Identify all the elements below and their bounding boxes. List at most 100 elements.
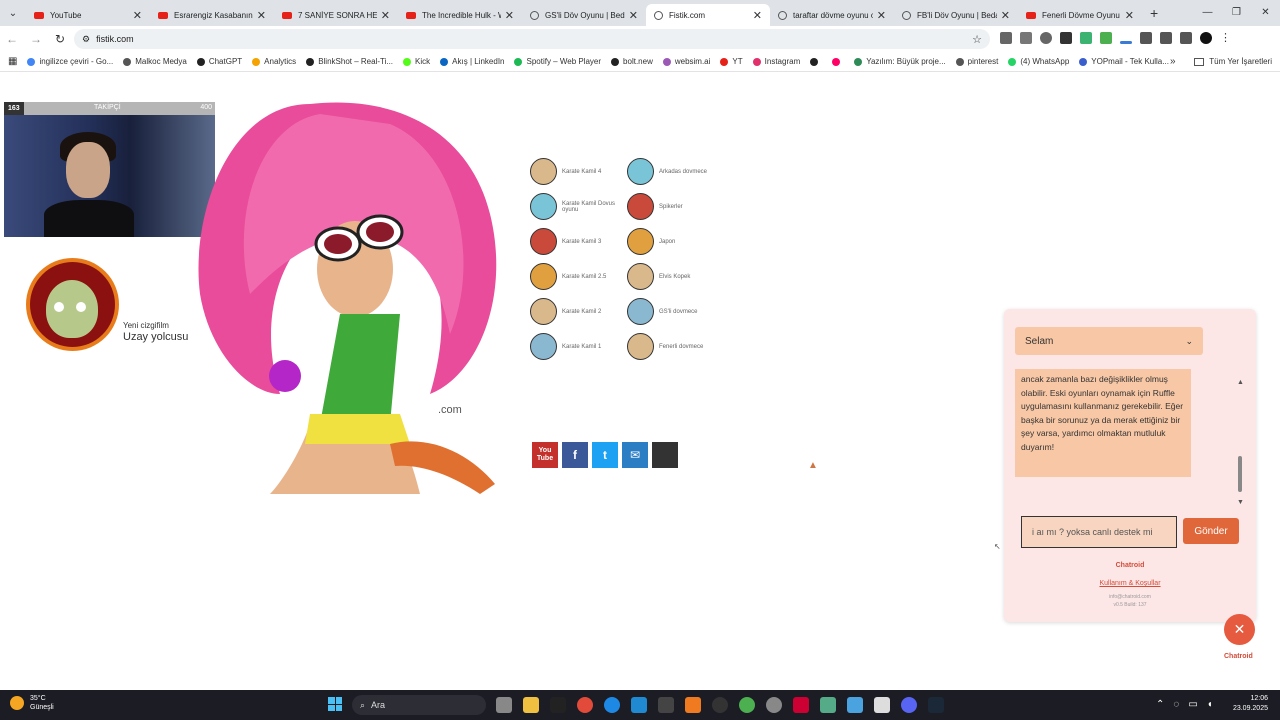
topic-select[interactable]: Selam ⌄ — [1015, 327, 1203, 355]
maximize-button[interactable]: ❐ — [1222, 0, 1251, 26]
menu-icon[interactable]: ⋮ — [1220, 32, 1232, 44]
chat-scrollbar[interactable]: ▲ ▼ — [1237, 371, 1244, 511]
bookmark-item[interactable]: ingilizce çeviri - Go... — [27, 57, 113, 66]
scroll-down-icon[interactable]: ▼ — [1237, 499, 1244, 506]
game-link[interactable]: Karate Kamil 4 — [530, 158, 625, 185]
network-icon[interactable]: ▭ — [1188, 699, 1197, 710]
chat-input[interactable]: i aı mı ? yoksa canlı destek mi — [1021, 516, 1177, 548]
game-link[interactable]: GS'li dovmece — [627, 298, 722, 325]
scroll-up-icon[interactable]: ▲ — [1237, 379, 1244, 386]
browser-tab[interactable]: The Incredible Hulk - W ✕ — [398, 4, 522, 26]
scroll-thumb[interactable] — [1238, 456, 1242, 492]
new-tab-button[interactable]: + — [1150, 5, 1158, 21]
app-icon[interactable] — [658, 697, 674, 713]
bookmark-item[interactable]: Akış | LinkedIn — [440, 57, 504, 66]
weather-widget[interactable]: 35°C Güneşli — [10, 694, 54, 712]
back-button[interactable]: ← — [0, 32, 24, 46]
extension-icon[interactable] — [1100, 32, 1112, 44]
game-link[interactable]: Fenerli dovmece — [627, 333, 722, 360]
game-link[interactable]: Karate Kamil 1 — [530, 333, 625, 360]
browser-tab[interactable]: FB'li Döv Oyunu | Beda ✕ — [894, 4, 1018, 26]
contact-icon[interactable] — [652, 442, 678, 468]
youtube-icon[interactable]: You Tube — [532, 442, 558, 468]
terms-link[interactable]: Kullanım & Koşullar — [1004, 580, 1256, 587]
edge-icon[interactable] — [604, 697, 620, 713]
side-panel-icon[interactable] — [1180, 32, 1192, 44]
tab-close-icon[interactable]: ✕ — [381, 9, 390, 22]
tab-close-icon[interactable]: ✕ — [629, 9, 638, 22]
taskbar-search[interactable]: ⌕ Ara — [352, 695, 486, 715]
email-icon[interactable]: ✉ — [622, 442, 648, 468]
apps-grid-icon[interactable]: ▦ — [8, 56, 17, 67]
browser-tab[interactable]: YouTube ✕ — [26, 4, 150, 26]
reload-button[interactable]: ↻ — [48, 32, 72, 46]
chrome-icon[interactable] — [739, 697, 755, 713]
volume-icon[interactable]: ◖ — [1207, 699, 1213, 710]
app-icon[interactable] — [874, 697, 890, 713]
bookmark-item[interactable]: Kick — [403, 57, 430, 66]
bookmark-item[interactable]: websim.ai — [662, 57, 710, 66]
extensions-puzzle-icon[interactable] — [1160, 32, 1172, 44]
bookmark-item[interactable]: YT — [720, 57, 743, 66]
app-icon[interactable] — [685, 697, 701, 713]
tab-close-icon[interactable]: ✕ — [1001, 9, 1010, 22]
extension-icon[interactable] — [1140, 32, 1152, 44]
play-icon[interactable] — [1060, 32, 1072, 44]
chat-close-button[interactable]: ✕ — [1224, 614, 1255, 645]
profile-avatar[interactable] — [1200, 32, 1212, 44]
game-link[interactable]: Karate Kamil 2 — [530, 298, 625, 325]
tab-close-icon[interactable]: ✕ — [753, 9, 762, 22]
tab-close-icon[interactable]: ✕ — [877, 9, 886, 22]
bookmark-item[interactable]: BlinkShot – Real-Ti... — [306, 57, 393, 66]
send-button[interactable]: Gönder — [1183, 518, 1239, 544]
twitter-icon[interactable]: t — [592, 442, 618, 468]
bookmark-item[interactable]: pinterest — [955, 57, 998, 66]
notepad-icon[interactable] — [847, 697, 863, 713]
cartoon-caption-title[interactable]: Uzay yolcusu — [123, 331, 188, 343]
steam-icon[interactable] — [928, 697, 944, 713]
tab-close-icon[interactable]: ✕ — [133, 9, 142, 22]
discord-icon[interactable] — [901, 697, 917, 713]
browser-tab[interactable]: 7 SANİYE SONRA HER Ş ✕ — [274, 4, 398, 26]
all-bookmarks-button[interactable]: Tüm Yer İşaretleri — [1194, 57, 1272, 66]
game-link[interactable]: Karate Kamil 3 — [530, 228, 625, 255]
windows-start-icon[interactable] — [328, 697, 342, 711]
bookmark-item[interactable]: Yazılım: Büyük proje... — [854, 57, 946, 66]
app-icon[interactable] — [577, 697, 593, 713]
file-explorer-icon[interactable] — [523, 697, 539, 713]
browser-tab[interactable]: taraftar dövme oyunu o ✕ — [770, 4, 894, 26]
browser-tab[interactable]: Fenerli Dövme Oyunu # ✕ — [1018, 4, 1142, 26]
bookmark-item[interactable]: YOPmail - Tek Kulla... — [1079, 57, 1169, 66]
bookmark-item[interactable]: Spotify – Web Player — [514, 57, 601, 66]
game-link[interactable]: Arkadas dovmece — [627, 158, 722, 185]
bookmark-star-icon[interactable]: ☆ — [972, 33, 982, 46]
address-bar[interactable]: ⚙ fistik.com ☆ — [74, 29, 990, 49]
game-link[interactable]: Japon — [627, 228, 722, 255]
browser-tab[interactable]: Fistik.com ✕ — [646, 4, 770, 26]
game-link[interactable]: Elvis Kopek — [627, 263, 722, 290]
game-link[interactable]: Karate Kamil Dovus oyunu — [530, 193, 625, 220]
extension-icon[interactable] — [1080, 32, 1092, 44]
tab-close-icon[interactable]: ✕ — [505, 9, 514, 22]
game-link[interactable]: Spikerler — [627, 193, 722, 220]
close-window-button[interactable]: ✕ — [1251, 0, 1280, 26]
browser-tab[interactable]: Esrarengiz Kasabanın Es ✕ — [150, 4, 274, 26]
mic-icon[interactable]: ◌ — [1173, 699, 1179, 710]
extension-icon[interactable] — [1120, 41, 1132, 44]
app-icon[interactable] — [793, 697, 809, 713]
clock[interactable]: 12:06 23.09.2025 — [1233, 694, 1268, 714]
minimize-button[interactable]: — — [1193, 0, 1222, 26]
facebook-icon[interactable]: f — [562, 442, 588, 468]
game-link[interactable]: Karate Kamil 2.5 — [530, 263, 625, 290]
github-icon[interactable] — [712, 697, 728, 713]
next-app-icon[interactable] — [550, 697, 566, 713]
more-bookmarks-button[interactable]: » — [1170, 56, 1176, 67]
app-icon[interactable] — [820, 697, 836, 713]
extension-icon[interactable] — [1040, 32, 1052, 44]
tab-close-icon[interactable]: ✕ — [257, 9, 266, 22]
tab-search-button[interactable]: ⌄ — [0, 0, 26, 26]
extension-icon[interactable] — [1000, 32, 1012, 44]
bookmark-item[interactable]: Instagram — [752, 57, 800, 66]
bookmark-item[interactable]: (4) WhatsApp — [1008, 57, 1069, 66]
bookmark-item[interactable]: bolt.new — [611, 57, 653, 66]
